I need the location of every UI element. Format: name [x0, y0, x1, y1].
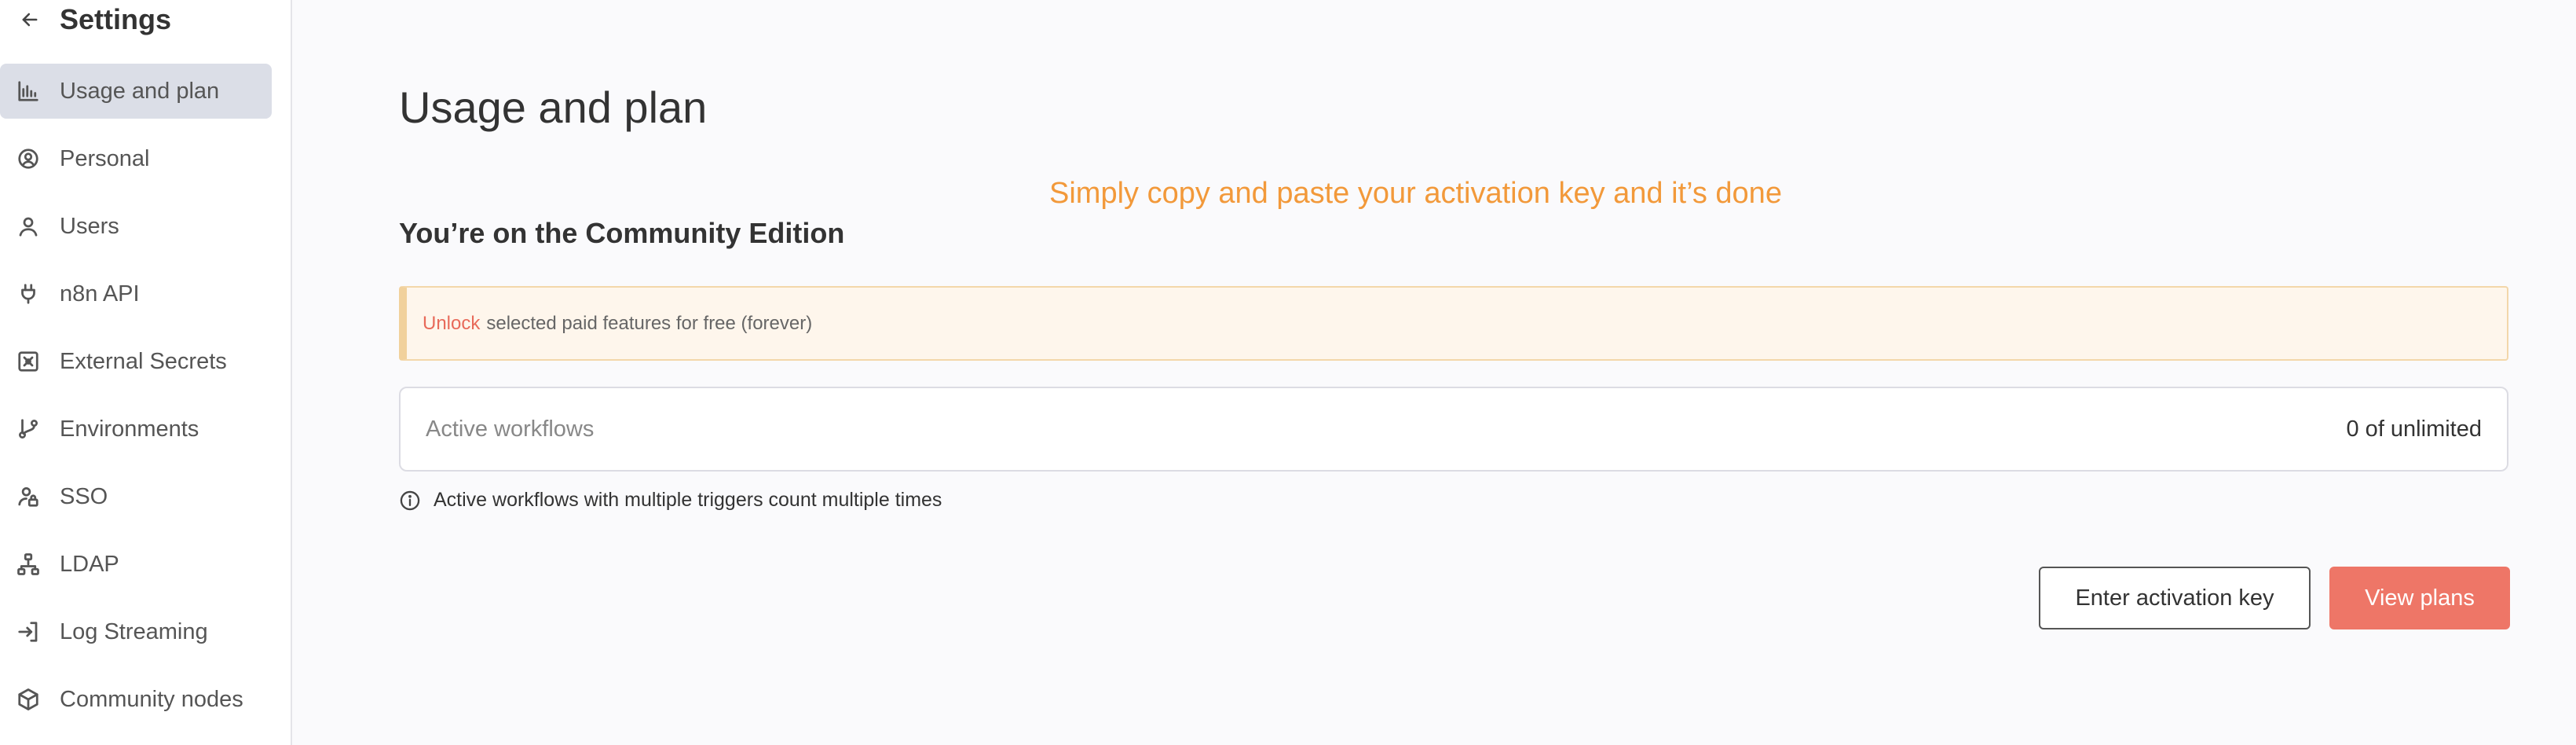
edition-heading: You’re on the Community Edition: [399, 217, 845, 249]
cube-icon: [16, 687, 41, 712]
unlock-banner: Unlock selected paid features for free (…: [399, 286, 2508, 361]
sidebar-title: Settings: [60, 3, 172, 35]
workflows-info-note: Active workflows with multiple triggers …: [399, 489, 942, 512]
sidebar-item-label: External Secrets: [60, 348, 227, 374]
sidebar-item-personal[interactable]: Personal: [0, 131, 272, 186]
active-workflows-value: 0 of unlimited: [2346, 416, 2483, 442]
settings-sidebar: Settings Usage and plan Personal Users n…: [0, 0, 292, 745]
arrow-left-icon: [22, 13, 38, 27]
sidebar-item-label: n8n API: [60, 281, 140, 306]
app: Settings Usage and plan Personal Users n…: [0, 0, 2576, 745]
view-plans-button[interactable]: View plans: [2329, 567, 2510, 629]
page-title: Usage and plan: [399, 83, 708, 132]
sidebar-item-sso[interactable]: SSO: [0, 469, 272, 524]
unlock-banner-text: selected paid features for free (forever…: [486, 312, 813, 334]
bar-chart-icon: [16, 79, 41, 104]
sidebar-item-n8n-api[interactable]: n8n API: [0, 266, 272, 321]
sidebar-item-label: Usage and plan: [60, 78, 220, 104]
sidebar-item-usage-and-plan[interactable]: Usage and plan: [0, 64, 272, 119]
git-branch-icon: [16, 417, 41, 442]
user-lock-icon: [16, 484, 41, 509]
info-text: Active workflows with multiple triggers …: [434, 489, 942, 511]
sidebar-item-label: Users: [60, 213, 119, 239]
sign-in-icon: [16, 619, 41, 644]
activation-callout: Simply copy and paste your activation ke…: [1049, 177, 1782, 210]
settings-nav: Usage and plan Personal Users n8n API Ex…: [0, 64, 292, 739]
sidebar-item-external-secrets[interactable]: External Secrets: [0, 334, 272, 389]
user-icon: [16, 214, 41, 239]
sidebar-item-log-streaming[interactable]: Log Streaming: [0, 604, 272, 659]
active-workflows-card: Active workflows 0 of unlimited: [399, 387, 2508, 472]
back-button[interactable]: [16, 6, 44, 34]
sidebar-item-label: Log Streaming: [60, 618, 208, 644]
user-circle-icon: [16, 146, 41, 171]
unlock-link[interactable]: Unlock: [423, 313, 480, 335]
main-content: Usage and plan Simply copy and paste you…: [292, 0, 2576, 745]
sidebar-item-community-nodes[interactable]: Community nodes: [0, 672, 272, 727]
sidebar-item-ldap[interactable]: LDAP: [0, 537, 272, 592]
sidebar-item-label: Personal: [60, 145, 150, 171]
sidebar-item-environments[interactable]: Environments: [0, 402, 272, 457]
active-workflows-label: Active workflows: [426, 416, 595, 442]
info-icon: [400, 490, 420, 510]
enter-activation-key-button[interactable]: Enter activation key: [2039, 567, 2311, 629]
plug-icon: [16, 281, 41, 306]
vault-icon: [16, 349, 41, 374]
network-icon: [16, 552, 41, 577]
sidebar-item-label: Environments: [60, 416, 199, 442]
sidebar-item-label: LDAP: [60, 551, 119, 577]
sidebar-header: Settings: [16, 0, 171, 39]
sidebar-item-label: SSO: [60, 483, 108, 509]
sidebar-item-users[interactable]: Users: [0, 199, 272, 254]
sidebar-item-label: Community nodes: [60, 686, 243, 712]
